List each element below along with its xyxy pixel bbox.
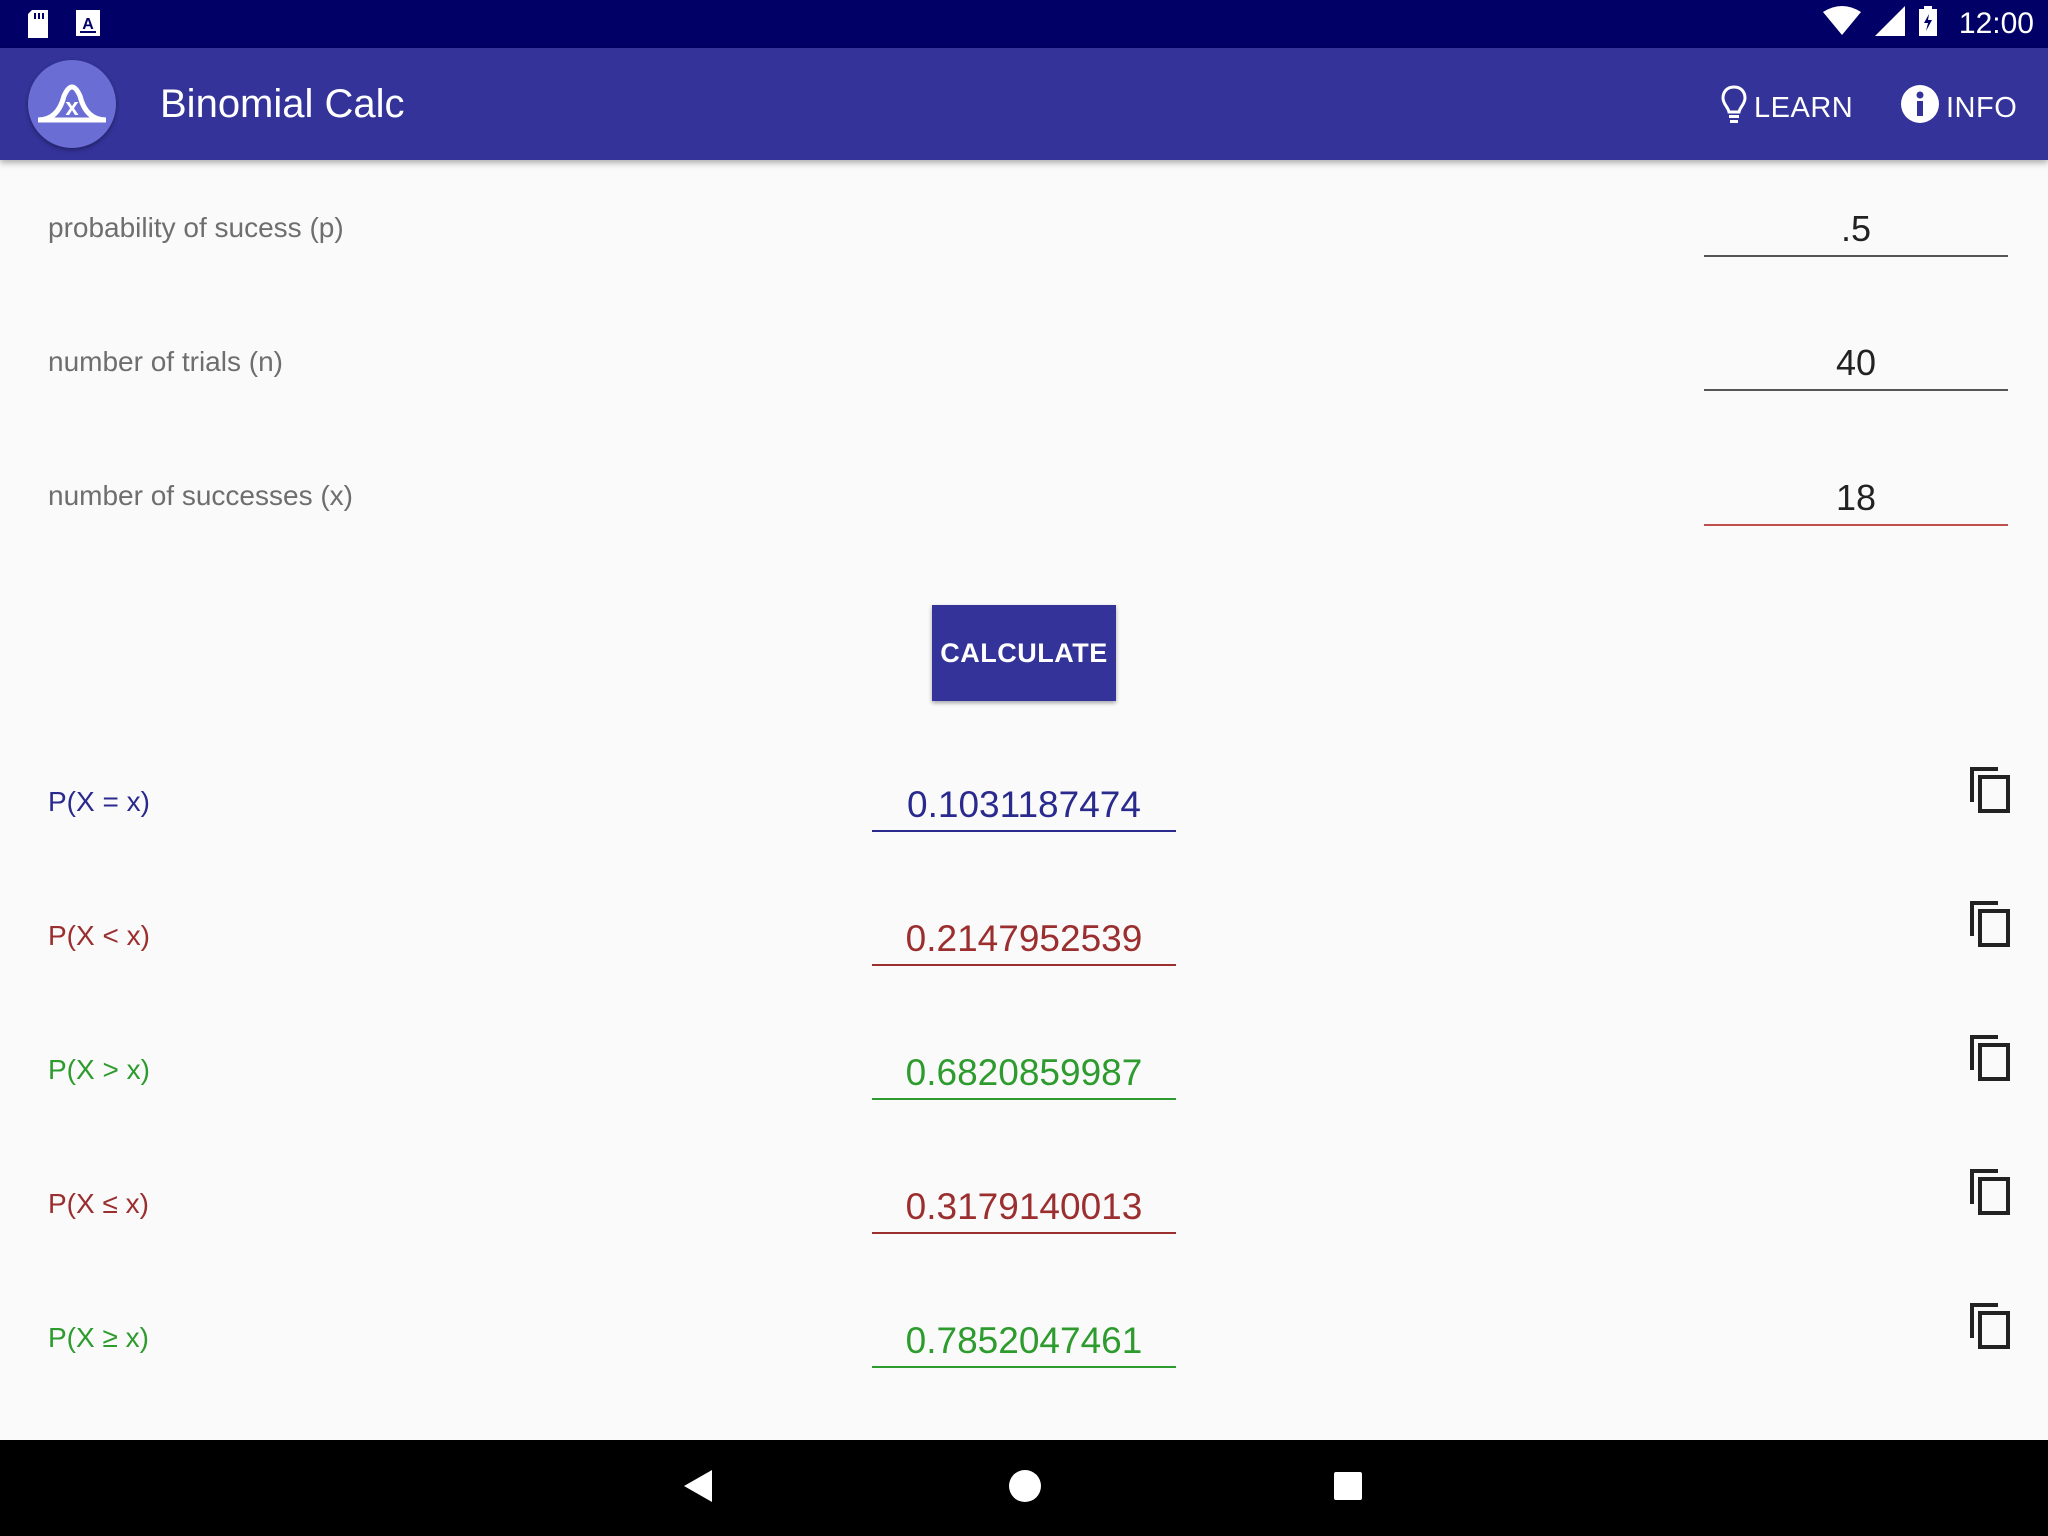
probability-label: probability of sucess (p) [48,212,344,243]
probability-input[interactable] [1704,203,2008,257]
recents-icon[interactable] [1332,1468,1364,1509]
svg-text:A: A [82,16,94,33]
app-bar: x Binomial Calc LEARN INFO [0,48,2048,160]
copy-icon[interactable] [1968,900,2012,948]
home-icon[interactable] [1008,1468,1042,1509]
info-icon [1900,84,1946,132]
svg-text:x: x [65,94,79,121]
battery-icon [1918,6,1937,41]
signal-icon [1874,6,1905,41]
result-value-greater: 0.6820859987 [872,1048,1176,1100]
result-value-greater-equal: 0.7852047461 [872,1316,1176,1368]
result-label-greater: P(X > x) [48,1054,150,1085]
keyboard-a-icon: A [76,10,100,43]
result-label-greater-equal: P(X ≥ x) [48,1322,149,1353]
copy-icon[interactable] [1968,1302,2012,1350]
copy-icon[interactable] [1968,1168,2012,1216]
learn-button[interactable]: LEARN [1720,84,1853,132]
result-value-less-equal: 0.3179140013 [872,1182,1176,1234]
successes-label: number of successes (x) [48,480,353,511]
copy-icon[interactable] [1968,1034,2012,1082]
info-button[interactable]: INFO [1900,84,2017,132]
wifi-icon [1822,6,1861,41]
navigation-bar [0,1440,2048,1536]
copy-icon[interactable] [1968,766,2012,814]
result-label-less-equal: P(X ≤ x) [48,1188,149,1219]
status-time: 12:00 [1958,6,2034,40]
back-icon[interactable] [682,1468,714,1509]
sd-card-icon [26,10,50,43]
result-value-less: 0.2147952539 [872,914,1176,966]
trials-label: number of trials (n) [48,346,283,377]
result-label-equal: P(X = x) [48,786,150,817]
result-label-less: P(X < x) [48,920,150,951]
learn-label: LEARN [1754,91,1854,124]
result-value-equal: 0.1031187474 [872,780,1176,832]
app-logo-icon: x [28,60,116,148]
lightbulb-icon [1720,84,1754,132]
successes-input[interactable] [1704,472,2008,526]
app-title: Binomial Calc [160,82,405,126]
info-label: INFO [1946,91,2018,124]
status-bar: A 12:00 [0,0,2048,48]
trials-input[interactable] [1704,337,2008,391]
calculate-button[interactable]: CALCULATE [932,605,1116,701]
